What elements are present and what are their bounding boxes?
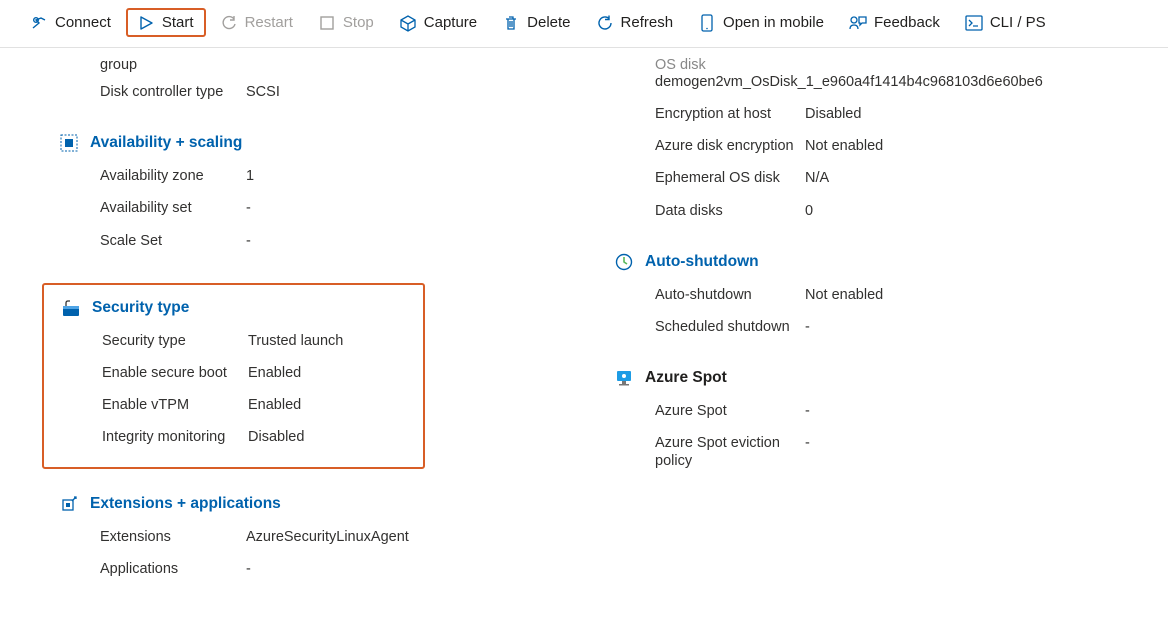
extensions-icon (60, 495, 78, 513)
delete-label: Delete (527, 14, 570, 31)
encryption-host-label: Encryption at host (615, 105, 805, 123)
start-label: Start (162, 14, 194, 31)
section-availability[interactable]: Availability + scaling (60, 134, 615, 152)
disk-controller-label: Disk controller type (60, 83, 246, 101)
applications-value: - (246, 560, 615, 578)
cli-icon (966, 15, 982, 31)
clock-icon (615, 253, 633, 271)
scale-set-value: - (246, 232, 615, 250)
scale-set-label: Scale Set (60, 232, 246, 250)
auto-shutdown-value: Not enabled (805, 286, 1135, 304)
capture-icon (400, 15, 416, 31)
feedback-icon (850, 15, 866, 31)
auto-shutdown-label: Auto-shutdown (615, 286, 805, 304)
availability-zone-label: Availability zone (60, 167, 246, 185)
azure-spot-icon (615, 369, 633, 387)
connect-label: Connect (55, 14, 111, 31)
vtpm-value: Enabled (248, 396, 417, 414)
secure-boot-value: Enabled (248, 364, 417, 382)
secure-boot-label: Enable secure boot (62, 364, 248, 382)
extensions-label: Extensions (60, 528, 246, 546)
feedback-button[interactable]: Feedback (839, 9, 951, 36)
cli-ps-button[interactable]: CLI / PS (955, 9, 1057, 36)
content-area: group Disk controller type SCSI Availabi… (0, 48, 1168, 585)
connect-button[interactable]: Connect (20, 9, 122, 36)
scheduled-shutdown-label: Scheduled shutdown (615, 318, 805, 336)
stop-button: Stop (308, 9, 385, 36)
refresh-icon (597, 15, 613, 31)
scheduled-shutdown-value: - (805, 318, 1135, 336)
applications-label: Applications (60, 560, 246, 578)
azure-disk-encryption-label: Azure disk encryption (615, 137, 805, 155)
vtpm-label: Enable vTPM (62, 396, 248, 414)
section-auto-shutdown[interactable]: Auto-shutdown (615, 253, 1135, 271)
start-button[interactable]: Start (126, 8, 206, 37)
azure-disk-encryption-value: Not enabled (805, 137, 1135, 155)
azure-spot-eviction-label: Azure Spot eviction policy (615, 434, 805, 470)
ephemeral-os-disk-label: Ephemeral OS disk (615, 169, 805, 187)
section-extensions[interactable]: Extensions + applications (60, 495, 615, 513)
availability-icon (60, 134, 78, 152)
availability-set-label: Availability set (60, 199, 246, 217)
availability-set-value: - (246, 199, 615, 217)
delete-icon (503, 15, 519, 31)
start-icon (138, 15, 154, 31)
mobile-icon (699, 15, 715, 31)
group-label: group (60, 56, 246, 74)
availability-title: Availability + scaling (90, 134, 242, 152)
left-column: group Disk controller type SCSI Availabi… (0, 54, 615, 585)
stop-icon (319, 15, 335, 31)
stop-label: Stop (343, 14, 374, 31)
disk-controller-value: SCSI (246, 83, 615, 101)
auto-shutdown-title: Auto-shutdown (645, 253, 759, 271)
feedback-label: Feedback (874, 14, 940, 31)
refresh-label: Refresh (621, 14, 674, 31)
azure-spot-title: Azure Spot (645, 369, 727, 387)
security-title: Security type (92, 299, 189, 317)
security-type-label: Security type (62, 332, 248, 350)
data-disks-label: Data disks (615, 202, 805, 220)
restart-label: Restart (245, 14, 293, 31)
security-icon (62, 299, 80, 317)
integrity-value: Disabled (248, 428, 417, 446)
azure-spot-value: - (805, 402, 1135, 420)
open-in-mobile-label: Open in mobile (723, 14, 824, 31)
delete-button[interactable]: Delete (492, 9, 581, 36)
security-type-value: Trusted launch (248, 332, 417, 350)
restart-icon (221, 15, 237, 31)
refresh-button[interactable]: Refresh (586, 9, 685, 36)
right-column: OS disk demogen2vm_OsDisk_1_e960a4f1414b… (615, 54, 1135, 585)
os-disk-name-value: demogen2vm_OsDisk_1_e960a4f1414b4c968103… (615, 74, 1135, 90)
capture-label: Capture (424, 14, 477, 31)
azure-spot-eviction-value: - (805, 434, 1135, 452)
ephemeral-os-disk-value: N/A (805, 169, 1135, 187)
section-security[interactable]: Security type (62, 299, 417, 317)
integrity-label: Integrity monitoring (62, 428, 248, 446)
os-disk-partial-label: OS disk (615, 56, 805, 74)
section-azure-spot: Azure Spot (615, 369, 1135, 387)
restart-button: Restart (210, 9, 304, 36)
security-section-highlight: Security type Security type Trusted laun… (42, 283, 425, 470)
open-in-mobile-button[interactable]: Open in mobile (688, 9, 835, 36)
cli-ps-label: CLI / PS (990, 14, 1046, 31)
azure-spot-label: Azure Spot (615, 402, 805, 420)
extensions-value: AzureSecurityLinuxAgent (246, 528, 615, 546)
extensions-title: Extensions + applications (90, 495, 281, 513)
connect-icon (31, 15, 47, 31)
encryption-host-value: Disabled (805, 105, 1135, 123)
command-bar: Connect Start Restart Stop Capture Delet… (0, 0, 1168, 48)
data-disks-value: 0 (805, 202, 1135, 220)
capture-button[interactable]: Capture (389, 9, 488, 36)
availability-zone-value: 1 (246, 167, 615, 185)
